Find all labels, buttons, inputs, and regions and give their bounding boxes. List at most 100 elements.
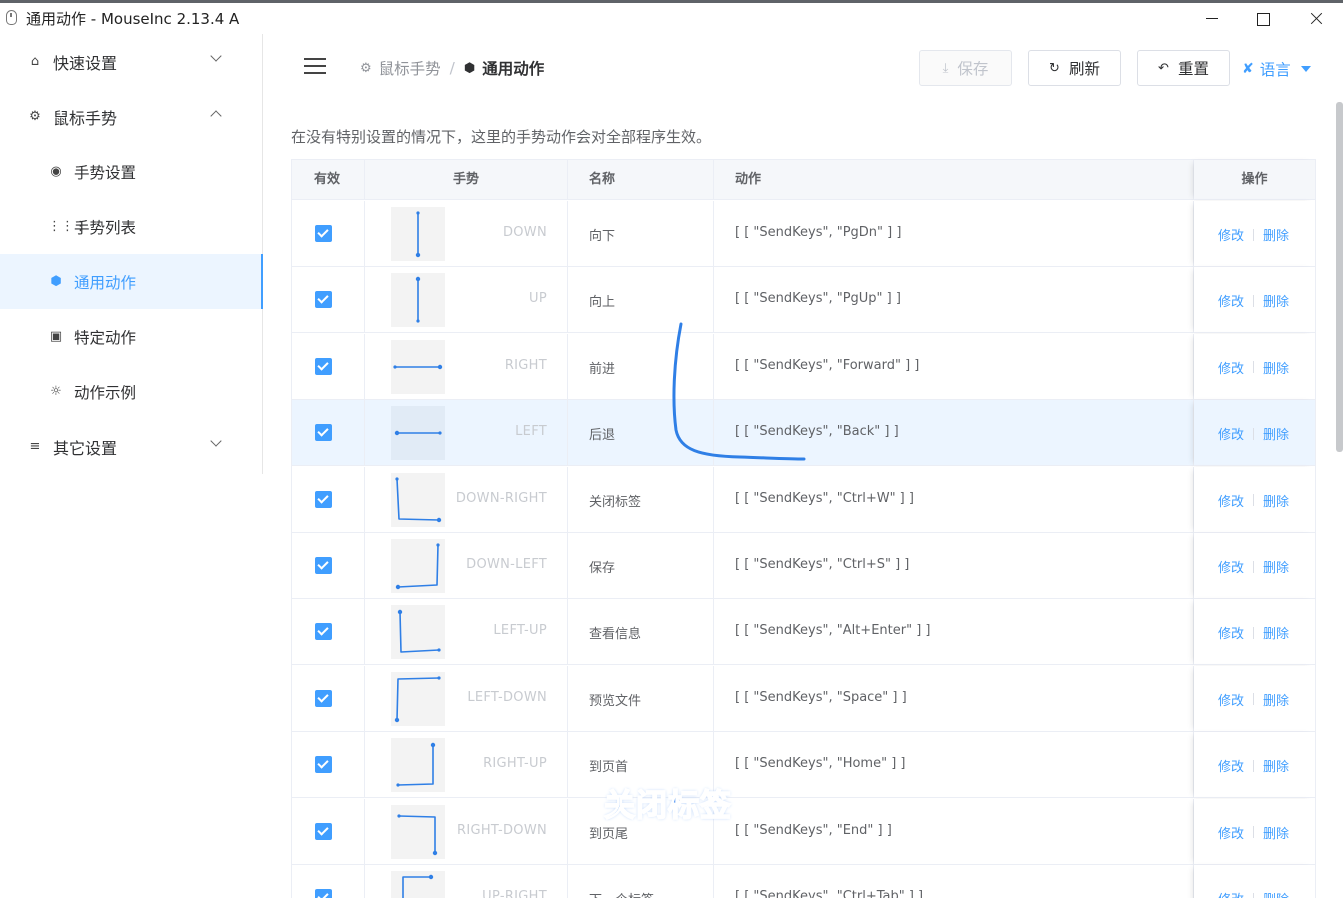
cell-valid	[292, 466, 365, 533]
gesture-code: RIGHT-UP	[483, 756, 547, 772]
action-name: 到页尾	[589, 826, 629, 842]
breadcrumb-current: 通用动作	[482, 60, 545, 78]
cell-valid	[292, 333, 365, 400]
sidebar-item-gesture-list[interactable]: ⋮⋮⋮ 手势列表	[0, 199, 262, 254]
enabled-checkbox[interactable]	[315, 490, 332, 508]
action-name: 查看信息	[589, 627, 642, 643]
sidebar-item-gesture-settings[interactable]: ◉ 手势设置	[0, 144, 262, 199]
save-button[interactable]: ⤓ 保存	[919, 50, 1012, 86]
reset-button-label: 重置	[1177, 60, 1209, 78]
edit-link[interactable]: 修改	[1218, 358, 1244, 377]
content-panel: 在没有特别设置的情况下，这里的手势动作会对全部程序生效。 有效 手势 名称 动作…	[270, 102, 1336, 898]
enabled-checkbox[interactable]	[315, 357, 332, 375]
cell-name: 查看信息	[568, 599, 714, 666]
delete-link[interactable]: 删除	[1263, 623, 1289, 642]
delete-link[interactable]: 删除	[1263, 690, 1289, 709]
action-command: [ [ "SendKeys", "Ctrl+W" ] ]	[735, 490, 914, 506]
cell-action: [ [ "SendKeys", "Space" ] ]	[714, 665, 1194, 732]
enabled-checkbox[interactable]	[315, 756, 332, 774]
cell-ops: 修改 删除	[1194, 533, 1315, 599]
language-dropdown[interactable]: ✘ 语言	[1242, 58, 1311, 80]
cell-action: [ [ "SendKeys", "Back" ] ]	[714, 400, 1194, 467]
table-row: LEFT 后退 [ [ "SendKeys", "Back" ] ] 修改 删除	[292, 400, 1315, 467]
window-titlebar: 通用动作 - MouseInc 2.13.4 A	[0, 0, 1343, 34]
enabled-checkbox[interactable]	[315, 689, 332, 707]
cell-ops: 修改 删除	[1194, 732, 1315, 798]
cell-name: 预览文件	[568, 665, 714, 732]
page-description: 在没有特别设置的情况下，这里的手势动作会对全部程序生效。	[291, 128, 712, 146]
table-row: LEFT-UP 查看信息 [ [ "SendKeys", "Alt+Enter"…	[292, 599, 1315, 666]
gesture-thumbnail	[391, 339, 445, 394]
reset-button[interactable]: ↶ 重置	[1137, 50, 1230, 86]
edit-link[interactable]: 修改	[1218, 823, 1244, 842]
column-header-name: 名称	[568, 160, 714, 200]
gesture-arrow-icon	[394, 676, 441, 722]
delete-link[interactable]: 删除	[1263, 225, 1289, 244]
vertical-scrollbar[interactable]	[1336, 102, 1343, 452]
sidebar-item-specific-actions[interactable]: ▣ 特定动作	[0, 309, 262, 364]
sidebar-item-action-examples[interactable]: ☼ 动作示例	[0, 364, 262, 419]
enabled-checkbox[interactable]	[315, 889, 332, 898]
enabled-checkbox[interactable]	[315, 623, 332, 641]
cell-action: [ [ "SendKeys", "Ctrl+Tab" ] ]	[714, 865, 1194, 898]
sidebar-item-common-actions[interactable]: ⬢ 通用动作	[0, 254, 263, 309]
ops-divider	[1253, 228, 1255, 241]
refresh-button[interactable]: ↻ 刷新	[1028, 50, 1121, 86]
edit-link[interactable]: 修改	[1218, 491, 1244, 510]
row-operations: 修改 删除	[1218, 756, 1289, 775]
row-operations: 修改 删除	[1218, 291, 1289, 310]
action-command: [ [ "SendKeys", "Home" ] ]	[735, 756, 906, 772]
gesture-thumbnail	[391, 406, 445, 461]
sidebar-item-other-settings[interactable]: ≡ 其它设置	[0, 419, 262, 474]
sidebar-item-label: 特定动作	[74, 328, 137, 347]
breadcrumb-parent[interactable]: 鼠标手势	[379, 57, 441, 79]
language-icon: ✘	[1242, 61, 1254, 77]
action-command: [ [ "SendKeys", "PgDn" ] ]	[735, 225, 902, 240]
edit-link[interactable]: 修改	[1218, 291, 1244, 310]
edit-link[interactable]: 修改	[1218, 756, 1244, 775]
maximize-button[interactable]	[1243, 5, 1283, 31]
delete-link[interactable]: 删除	[1263, 889, 1289, 898]
close-window-button[interactable]	[1296, 5, 1336, 31]
edit-link[interactable]: 修改	[1218, 225, 1244, 244]
gesture-code: DOWN-RIGHT	[455, 490, 547, 506]
delete-link[interactable]: 删除	[1263, 557, 1289, 576]
delete-link[interactable]: 删除	[1263, 756, 1289, 775]
cell-valid	[292, 267, 365, 334]
enabled-checkbox[interactable]	[315, 822, 332, 840]
cell-gesture: RIGHT	[365, 333, 568, 400]
delete-link[interactable]: 删除	[1263, 358, 1289, 377]
row-operations: 修改 删除	[1218, 623, 1289, 642]
gesture-thumbnail	[391, 871, 445, 898]
gesture-arrow-icon	[397, 610, 441, 654]
menu-toggle-icon[interactable]	[304, 58, 326, 74]
cell-gesture: LEFT-DOWN	[365, 665, 568, 732]
delete-link[interactable]: 删除	[1263, 823, 1289, 842]
gesture-thumbnail	[391, 273, 445, 328]
enabled-checkbox[interactable]	[315, 424, 332, 442]
sidebar-item-label: 其它设置	[53, 438, 118, 458]
palette-icon: ◉	[50, 164, 62, 179]
edit-link[interactable]: 修改	[1218, 424, 1244, 443]
cell-gesture: RIGHT-DOWN	[365, 798, 568, 865]
cell-name: 关闭标签	[568, 466, 714, 533]
gesture-code: UP-RIGHT	[482, 889, 547, 898]
download-icon: ⤓	[942, 60, 949, 76]
delete-link[interactable]: 删除	[1263, 291, 1289, 310]
actions-table: 有效 手势 名称 动作 操作 DOWN 向下 [ [ "SendKeys", "…	[291, 159, 1316, 898]
table-row: RIGHT 前进 [ [ "SendKeys", "Forward" ] ] 修…	[292, 333, 1315, 400]
enabled-checkbox[interactable]	[315, 291, 332, 309]
edit-link[interactable]: 修改	[1218, 623, 1244, 642]
row-operations: 修改 删除	[1218, 358, 1289, 377]
sidebar-item-quick-settings[interactable]: ⌂ 快速设置	[0, 34, 262, 89]
minimize-button[interactable]	[1192, 5, 1232, 31]
enabled-checkbox[interactable]	[315, 225, 332, 242]
edit-link[interactable]: 修改	[1218, 889, 1244, 898]
edit-link[interactable]: 修改	[1218, 557, 1244, 576]
delete-link[interactable]: 删除	[1263, 424, 1289, 443]
delete-link[interactable]: 删除	[1263, 491, 1289, 510]
sidebar-item-mouse-gesture[interactable]: ⚙ 鼠标手势	[0, 89, 262, 144]
edit-link[interactable]: 修改	[1218, 690, 1244, 709]
action-command: [ [ "SendKeys", "PgUp" ] ]	[735, 291, 901, 307]
enabled-checkbox[interactable]	[315, 557, 332, 574]
